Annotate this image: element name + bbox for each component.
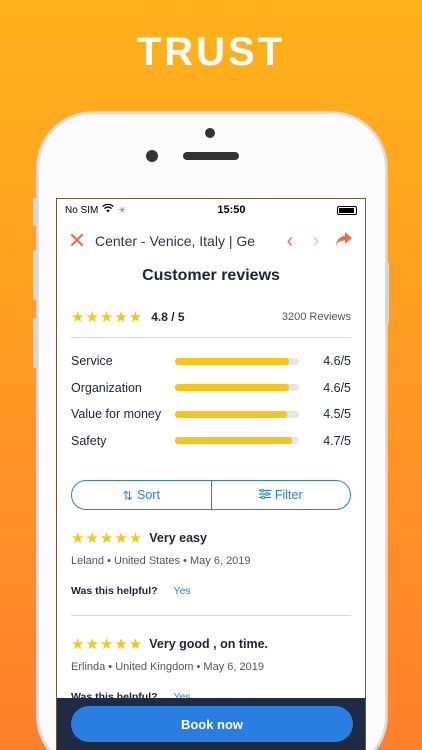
review-title: Very good , on time. — [149, 637, 269, 651]
category-ratings: Service 4.6/5 Organization 4.6/5 Value f… — [57, 338, 365, 454]
summary-rating: 4.8 / 5 — [151, 310, 185, 324]
filter-label: Filter — [274, 488, 303, 502]
category-label: Value for money — [71, 407, 162, 422]
category-score: 4.6/5 — [323, 354, 351, 369]
phone-front-camera — [146, 150, 158, 162]
filter-button[interactable]: Filter — [212, 481, 351, 509]
review-count: 3200 Reviews — [281, 311, 351, 323]
review-meta: Leland • United States • May 6, 2019 — [71, 555, 251, 567]
review-item: ★★★★★ Very good , on time. Erlinda • Uni… — [57, 636, 365, 703]
category-bar — [175, 410, 299, 418]
chevron-left-icon[interactable]: ‹ — [281, 230, 299, 253]
bottom-bar: Book now — [57, 698, 365, 750]
share-icon[interactable] — [333, 231, 355, 252]
category-label: Organization — [71, 380, 142, 395]
category-bar-fill — [175, 410, 287, 418]
helpful-yes-link[interactable]: Yes — [174, 585, 191, 597]
category-bar-fill — [175, 357, 290, 365]
summary-stars-icon: ★★★★★ — [71, 309, 144, 326]
nav-bar: ✕ Center - Venice, Italy | Ge ‹ › — [57, 221, 365, 261]
chevron-right-icon[interactable]: › — [307, 230, 325, 253]
category-label: Service — [71, 354, 113, 369]
category-bar — [175, 437, 299, 445]
phone-power-button — [385, 262, 389, 324]
nav-title: Center - Venice, Italy | Ge — [95, 233, 256, 249]
category-score: 4.6/5 — [323, 380, 351, 395]
category-score: 4.5/5 — [323, 407, 351, 422]
category-row: Value for money 4.5/5 — [71, 401, 351, 428]
sort-label: Sort — [137, 488, 160, 502]
book-now-button[interactable]: Book now — [71, 706, 353, 742]
review-item: ★★★★★ Very easy Leland • United States •… — [57, 530, 365, 597]
sort-filter-group: ⇅ Sort Filter — [71, 480, 351, 510]
phone-volume-up — [33, 250, 37, 300]
phone-volume-down — [33, 318, 37, 368]
review-title: Very easy — [149, 531, 207, 545]
rating-summary: ★★★★★ 4.8 / 5 3200 Reviews — [57, 307, 365, 327]
category-bar-fill — [175, 384, 290, 392]
app-screen: No SIM ✳ 15:50 ✕ Center - Venice, Italy … — [56, 198, 366, 750]
category-score: 4.7/5 — [323, 433, 351, 448]
review-stars-icon: ★★★★★ — [71, 530, 144, 547]
sort-icon: ⇅ — [122, 488, 134, 503]
wifi-icon — [102, 203, 115, 216]
battery-icon — [337, 205, 357, 215]
category-bar — [175, 384, 299, 392]
filter-icon — [258, 488, 271, 502]
sort-button[interactable]: ⇅ Sort — [72, 481, 212, 509]
category-row: Safety 4.7/5 — [71, 428, 351, 455]
review-stars-icon: ★★★★★ — [71, 636, 144, 653]
category-label: Safety — [71, 433, 107, 448]
category-bar — [175, 357, 299, 365]
review-meta: Erlinda • United Kingdom • May 6, 2019 — [71, 661, 264, 673]
loading-icon: ✳ — [118, 204, 126, 215]
category-row: Organization 4.6/5 — [71, 375, 351, 402]
category-bar-fill — [175, 437, 292, 445]
status-bar: No SIM ✳ 15:50 — [57, 199, 365, 221]
close-icon[interactable]: ✕ — [67, 228, 87, 254]
divider — [71, 615, 351, 616]
helpful-question: Was this helpful? — [71, 585, 158, 597]
phone-side-button — [33, 198, 37, 226]
carrier-label: No SIM — [65, 204, 99, 216]
headline: TRUST — [136, 30, 286, 74]
page-title: Customer reviews — [142, 267, 280, 284]
phone-camera — [205, 128, 215, 138]
helpful-row: Was this helpful? Yes — [71, 585, 351, 597]
category-row: Service 4.6/5 — [71, 348, 351, 375]
status-time: 15:50 — [217, 204, 246, 216]
phone-speaker — [183, 152, 239, 160]
